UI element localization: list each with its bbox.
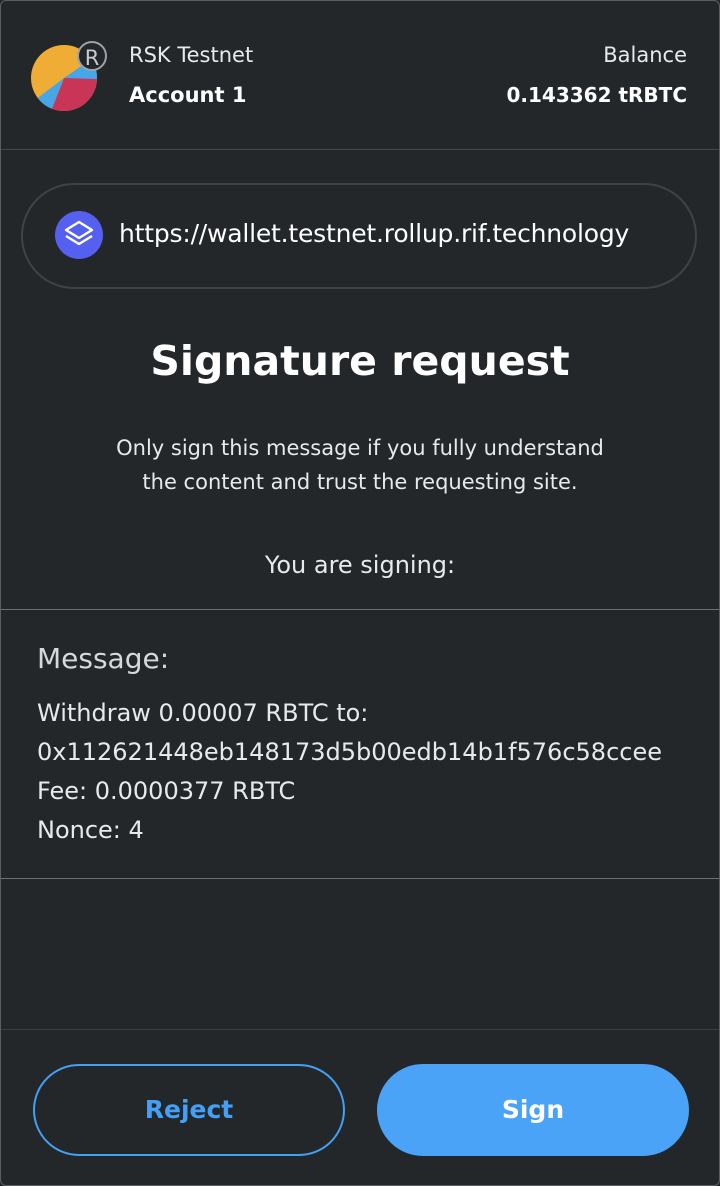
message-line: 0x112621448eb148173d5b00edb14b1f576c58cc… [37,738,662,766]
message-line: Nonce: 4 [37,816,144,844]
layers-icon [55,211,103,259]
sign-warning: Only sign this message if you fully unde… [81,431,639,499]
balance-label: Balance [603,43,687,67]
message-line: Withdraw 0.00007 RBTC to: [37,699,369,727]
message-heading: Message: [37,642,170,675]
message-box[interactable]: Message: Withdraw 0.00007 RBTC to: 0x112… [1,609,719,879]
action-footer: Reject Sign [1,1029,719,1185]
warning-line-2: the content and trust the requesting sit… [142,470,578,494]
balance-value: 0.143362 tRBTC [506,83,688,107]
message-line: Fee: 0.0000377 RBTC [37,777,296,805]
sign-button[interactable]: Sign [377,1064,689,1156]
message-body: Withdraw 0.00007 RBTC to: 0x112621448eb1… [37,694,662,850]
page-title: Signature request [150,337,570,385]
account-name: Account 1 [129,83,247,107]
network-badge: R [77,41,107,71]
signature-request-window: R RSK Testnet Account 1 Balance 0.143362… [0,0,720,1186]
warning-line-1: Only sign this message if you fully unde… [116,436,604,460]
network-name: RSK Testnet [129,43,254,67]
reject-button[interactable]: Reject [33,1064,345,1156]
origin-url: https://wallet.testnet.rollup.rif.techno… [119,219,630,248]
site-origin: https://wallet.testnet.rollup.rif.techno… [21,183,697,289]
signing-label: You are signing: [264,551,456,579]
account-header: R RSK Testnet Account 1 Balance 0.143362… [1,1,719,150]
account-avatar-group: R [31,41,111,113]
